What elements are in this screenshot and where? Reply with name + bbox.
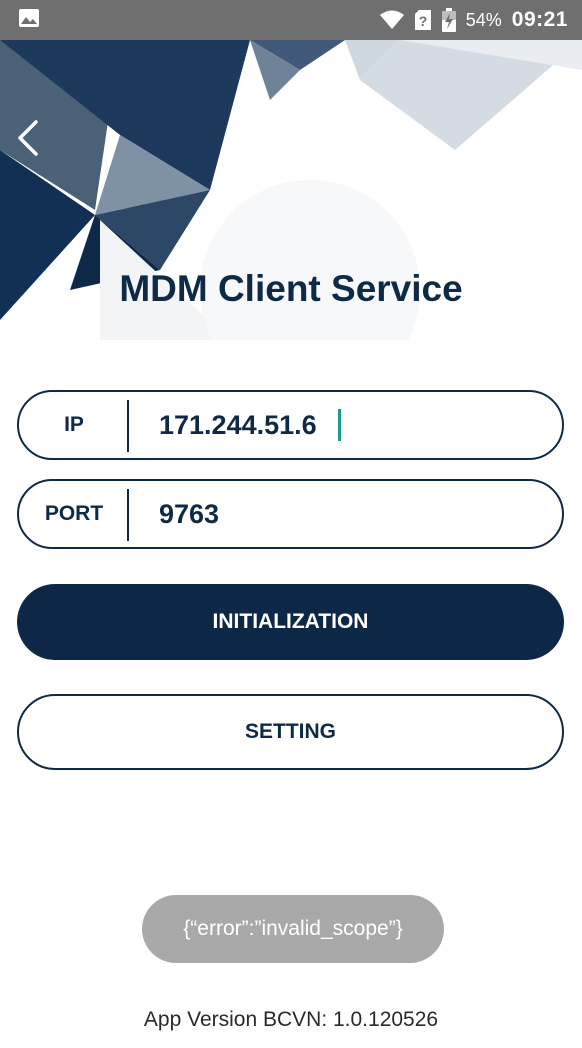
- status-bar-right: ? 54% 09:21: [379, 8, 568, 32]
- image-notification-icon: [18, 8, 40, 33]
- ip-field-divider: [127, 400, 129, 452]
- status-bar-left: [18, 8, 40, 33]
- error-toast: {“error”:”invalid_scope”}: [142, 895, 444, 963]
- battery-charging-icon: [441, 8, 456, 32]
- port-field-divider: [127, 489, 129, 541]
- ip-input[interactable]: [159, 392, 539, 458]
- battery-percentage: 54%: [465, 9, 502, 30]
- wifi-icon: [379, 10, 404, 30]
- ip-field[interactable]: IP: [17, 390, 564, 460]
- port-field[interactable]: PORT: [17, 479, 564, 549]
- status-clock: 09:21: [511, 8, 568, 31]
- back-button[interactable]: [10, 118, 46, 162]
- no-sim-icon: ?: [414, 9, 432, 31]
- port-field-label: PORT: [44, 502, 104, 525]
- text-cursor: [338, 409, 341, 441]
- ip-field-label: IP: [64, 413, 84, 436]
- setting-button[interactable]: SETTING: [17, 694, 564, 770]
- page-title: MDM Client Service: [119, 268, 463, 309]
- initialization-button[interactable]: INITIALIZATION: [17, 584, 564, 660]
- port-input[interactable]: [159, 481, 539, 547]
- status-bar: ? 54% 09:21: [0, 0, 582, 40]
- app-version-label: App Version BCVN: 1.0.120526: [143, 1008, 439, 1031]
- chevron-left-icon: [16, 119, 40, 162]
- svg-text:?: ?: [418, 13, 427, 29]
